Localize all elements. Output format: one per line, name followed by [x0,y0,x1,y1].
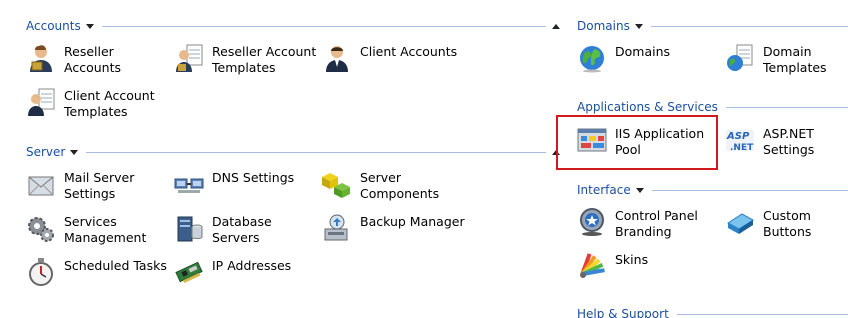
section-help-header: Help & Support [577,306,848,318]
reseller-account-templates-link[interactable]: Reseller Account Templates [174,43,316,76]
section-title[interactable]: Accounts [26,19,81,33]
section-apps-header: Applications & Services [577,99,848,115]
divider [101,25,546,27]
item-label: Services Management [64,214,147,245]
item-label: Control Panel Branding [615,208,698,239]
item-label: Reseller Account Templates [212,44,317,75]
client-account-templates-link[interactable]: Client Account Templates [26,87,155,120]
domain-template-icon [725,43,755,73]
reseller-accounts-link[interactable]: Reseller Accounts [26,43,121,76]
network-card-icon [174,257,204,287]
server-components-link[interactable]: Server Components [322,169,439,202]
client-template-icon [26,87,56,117]
mail-server-settings-link[interactable]: Mail Server Settings [26,169,134,202]
color-palette-icon [577,251,607,281]
section-accounts-header: Accounts [26,18,560,34]
ip-addresses-link[interactable]: IP Addresses [174,257,291,287]
custom-button-icon [725,207,755,237]
section-domains-header: Domains [577,18,848,34]
section-server-header: Server [26,144,560,160]
aspnet-settings-link[interactable]: ASP .NET ASP.NET Settings [725,125,814,158]
item-label: DNS Settings [212,170,295,185]
skins-link[interactable]: Skins [577,251,648,281]
reseller-user-icon [26,43,56,73]
item-label: Client Account Templates [64,88,155,119]
database-server-icon [174,213,204,243]
dropdown-arrow-icon[interactable] [634,23,643,29]
item-label: Server Components [360,170,440,201]
divider [725,106,848,108]
dropdown-arrow-icon[interactable] [635,187,644,193]
item-label: Database Servers [212,214,272,245]
database-servers-link[interactable]: Database Servers [174,213,272,246]
backup-icon [322,213,352,243]
services-management-link[interactable]: Services Management [26,213,146,246]
divider [86,151,546,153]
section-title[interactable]: Server [26,145,65,159]
item-label: Client Accounts [360,44,458,59]
gears-icon [26,213,56,243]
svg-text:.NET: .NET [730,143,754,153]
section-interface-header: Interface [577,182,848,198]
domains-link[interactable]: Domains [577,43,670,73]
control-panel-branding-link[interactable]: Control Panel Branding [577,207,698,240]
section-title[interactable]: Applications & Services [577,100,718,114]
item-label: ASP.NET Settings [763,126,815,157]
dns-network-icon [174,169,204,199]
dns-settings-link[interactable]: DNS Settings [174,169,294,199]
item-label: Backup Manager [360,214,465,229]
selection-highlight [556,115,718,170]
item-label: Custom Buttons [763,208,812,239]
divider [676,313,848,315]
collapse-icon[interactable] [552,23,560,29]
branding-badge-icon [577,207,607,237]
dropdown-arrow-icon[interactable] [70,149,79,155]
svg-text:ASP: ASP [726,131,750,142]
item-label: Domain Templates [763,44,827,75]
custom-buttons-link[interactable]: Custom Buttons [725,207,848,240]
dropdown-arrow-icon[interactable] [85,23,94,29]
stopwatch-icon [26,257,56,287]
aspnet-logo-icon: ASP .NET [725,125,755,155]
item-label: Reseller Accounts [64,44,121,75]
backup-manager-link[interactable]: Backup Manager [322,213,465,243]
item-label: Scheduled Tasks [64,258,167,273]
item-label: IP Addresses [212,258,292,273]
item-label: Skins [615,252,649,267]
section-title[interactable]: Interface [577,183,631,197]
domain-templates-link[interactable]: Domain Templates [725,43,827,76]
client-accounts-link[interactable]: Client Accounts [322,43,457,73]
client-user-icon [322,43,352,73]
globe-icon [577,43,607,73]
components-icon [322,169,352,199]
reseller-template-icon [174,43,204,73]
item-label: Mail Server Settings [64,170,135,201]
scheduled-tasks-link[interactable]: Scheduled Tasks [26,257,167,287]
section-title[interactable]: Help & Support [577,307,669,318]
divider [651,189,848,191]
item-label: Domains [615,44,671,59]
divider [650,25,848,27]
section-title[interactable]: Domains [577,19,630,33]
mail-server-icon [26,169,56,199]
